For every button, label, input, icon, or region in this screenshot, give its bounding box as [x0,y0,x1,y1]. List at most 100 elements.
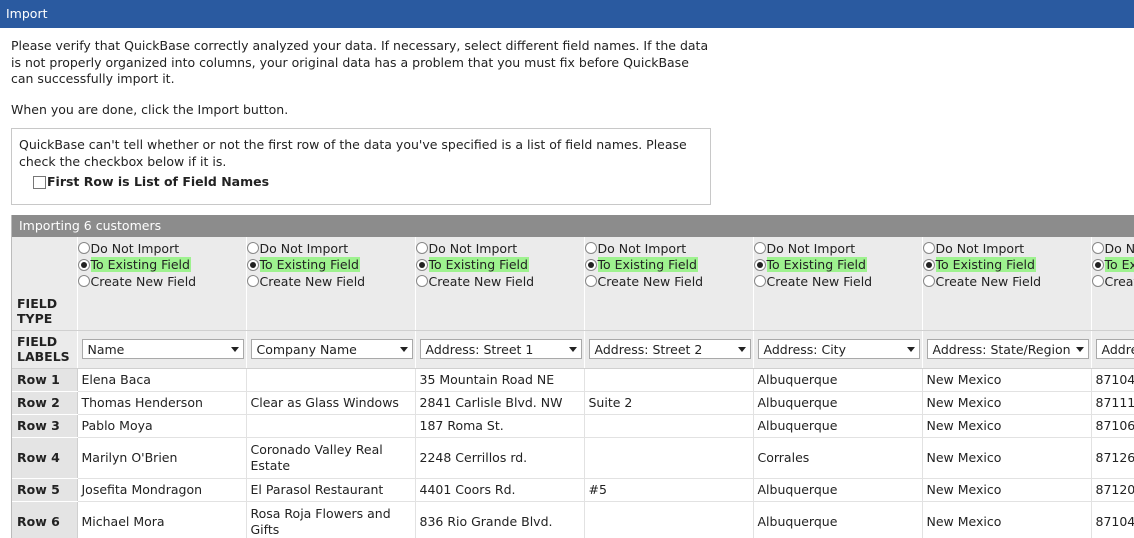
table-row: Row 1 Elena Baca 35 Mountain Road NE Albuqu… [12,368,1134,392]
radio-button[interactable] [77,275,90,288]
option-label[interactable]: Do Not Import [260,241,349,256]
data-cell: 2841 Carlisle Blvd. NW [415,391,585,415]
field-select-cell: Address: Postal Code [1091,330,1134,369]
option-label[interactable]: Do Not Import [429,241,518,256]
import-option[interactable]: To Existing Field [415,257,584,274]
import-option[interactable]: Create New Field [922,273,1091,290]
chevron-down-icon[interactable] [906,346,915,352]
radio-button[interactable] [922,242,935,255]
first-row-checkbox[interactable] [33,175,46,189]
data-cell: 87126 [1091,437,1134,479]
data-cell: Elena Baca [77,368,247,392]
radio-button[interactable] [584,258,597,271]
radio-button[interactable] [1091,242,1104,255]
field-select-dropdown[interactable]: Address: State/Region [926,339,1089,359]
import-option[interactable]: To Existing Field [584,257,753,274]
option-label[interactable]: Do Not Import [936,241,1025,256]
chevron-down-icon[interactable] [1075,346,1084,352]
field-select-dropdown[interactable]: Address: Postal Code [1095,339,1134,359]
table-row: Row 3 Pablo Moya 187 Roma St. Albuquerque Ne… [12,414,1134,438]
import-option[interactable]: To Existing Field [246,257,415,274]
field-type-cell [753,292,923,331]
import-option[interactable]: Create New Field [584,273,753,290]
import-option[interactable]: Do Not Import [922,240,1091,257]
chevron-down-icon[interactable] [230,346,239,352]
radio-button[interactable] [922,258,935,271]
option-label[interactable]: Create New Field [598,274,704,289]
radio-button[interactable] [584,242,597,255]
option-label[interactable]: To Existing Field [1104,257,1134,273]
chevron-down-icon[interactable] [399,346,408,352]
field-type-label: FIELD TYPE [12,292,78,331]
field-select-cell: Company Name [246,330,416,369]
option-label[interactable]: To Existing Field [766,257,867,273]
import-option[interactable]: To Existing Field [1091,257,1134,274]
import-option[interactable]: Do Not Import [1091,240,1134,257]
radio-button[interactable] [77,258,90,271]
option-label[interactable]: Create New Field [91,274,197,289]
import-option[interactable]: Do Not Import [415,240,584,257]
data-cell: El Parasol Restaurant [246,478,416,502]
option-label[interactable]: To Existing Field [259,257,360,273]
option-label[interactable]: To Existing Field [597,257,698,273]
radio-button[interactable] [415,242,428,255]
data-cell: Josefita Mondragon [77,478,247,502]
option-label[interactable]: Do Not Import [767,241,856,256]
chevron-down-icon[interactable] [568,346,577,352]
data-cell: 87120 [1091,478,1134,502]
radio-button[interactable] [415,258,428,271]
option-label[interactable]: To Existing Field [90,257,191,273]
import-option[interactable]: To Existing Field [753,257,922,274]
option-label[interactable]: Create New Field [936,274,1042,289]
field-select-dropdown[interactable]: Address: City [757,339,920,359]
radio-button[interactable] [246,258,259,271]
data-cell: Albuquerque [753,414,923,438]
import-option[interactable]: Do Not Import [246,240,415,257]
radio-button[interactable] [922,275,935,288]
field-select-value: Company Name [256,341,357,357]
first-row-checkbox-row[interactable]: First Row is List of Field Names [19,174,702,191]
radio-button[interactable] [77,242,90,255]
import-option[interactable]: Create New Field [1091,273,1134,290]
import-option[interactable]: To Existing Field [77,257,246,274]
import-option[interactable]: Do Not Import [77,240,246,257]
intro-text: Please verify that QuickBase correctly a… [11,38,709,86]
option-label[interactable]: Create New Field [429,274,535,289]
option-label[interactable]: To Existing Field [428,257,529,273]
radio-button[interactable] [415,275,428,288]
data-cell: Albuquerque [753,478,923,502]
data-cell: New Mexico [922,391,1092,415]
radio-button[interactable] [246,275,259,288]
data-cell: 836 Rio Grande Blvd. [415,501,585,538]
import-option[interactable]: Create New Field [753,273,922,290]
option-label[interactable]: Do Not Import [1105,241,1134,256]
import-option[interactable]: Do Not Import [584,240,753,257]
import-option[interactable]: Do Not Import [753,240,922,257]
radio-button[interactable] [1091,258,1104,271]
option-label[interactable]: To Existing Field [935,257,1036,273]
option-label[interactable]: Create New Field [1105,274,1134,289]
import-option[interactable]: Create New Field [246,273,415,290]
radio-button[interactable] [753,275,766,288]
field-select-dropdown[interactable]: Name [81,339,244,359]
import-options-col-3: Do Not Import To Existing Field Create New… [415,237,585,292]
import-option[interactable]: To Existing Field [922,257,1091,274]
option-label[interactable]: Do Not Import [91,241,180,256]
data-cell: New Mexico [922,437,1092,479]
data-cell: 87111 [1091,391,1134,415]
first-row-checkbox-label[interactable]: First Row is List of Field Names [47,174,269,191]
radio-button[interactable] [1091,275,1104,288]
import-option[interactable]: Create New Field [77,273,246,290]
field-select-dropdown[interactable]: Company Name [250,339,413,359]
field-select-dropdown[interactable]: Address: Street 2 [588,339,751,359]
option-label[interactable]: Create New Field [767,274,873,289]
radio-button[interactable] [753,242,766,255]
option-label[interactable]: Create New Field [260,274,366,289]
field-select-dropdown[interactable]: Address: Street 1 [419,339,582,359]
import-option[interactable]: Create New Field [415,273,584,290]
chevron-down-icon[interactable] [737,346,746,352]
option-label[interactable]: Do Not Import [598,241,687,256]
radio-button[interactable] [584,275,597,288]
radio-button[interactable] [753,258,766,271]
radio-button[interactable] [246,242,259,255]
